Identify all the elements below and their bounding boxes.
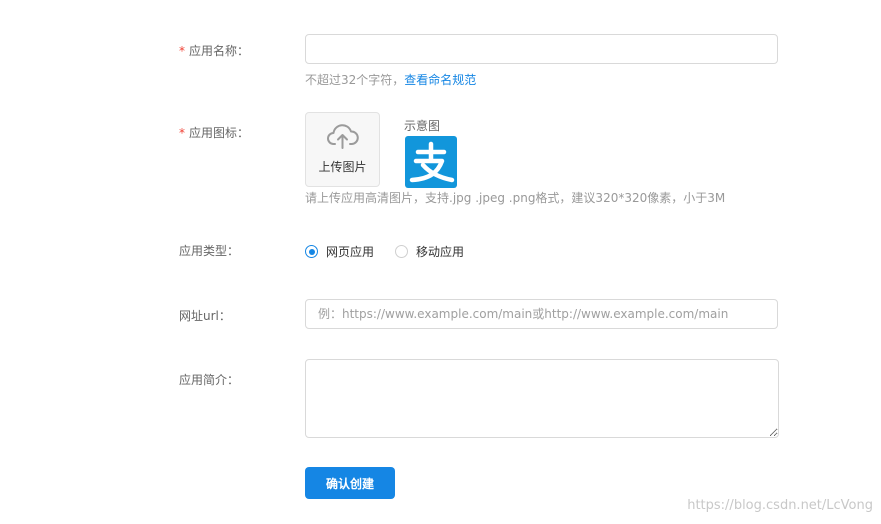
required-mark: *: [179, 44, 185, 58]
app-name-label: * 应用名称：: [179, 42, 249, 59]
app-intro-label: 应用简介：: [179, 373, 240, 387]
radio-mobile-app-circle[interactable]: [395, 245, 408, 258]
url-input[interactable]: [305, 299, 778, 329]
app-type-label: 应用类型：: [179, 244, 240, 258]
app-icon-label-text: 应用图标：: [189, 126, 250, 140]
upload-image-label: 上传图片: [318, 160, 367, 174]
radio-mobile-app-label: 移动应用: [416, 245, 465, 259]
upload-image-button[interactable]: 上传图片: [305, 112, 380, 187]
app-name-hint-text: 不超过32个字符，: [305, 73, 405, 87]
app-name-input[interactable]: [305, 34, 778, 64]
sample-title: 示意图: [404, 119, 441, 133]
naming-rules-link[interactable]: 查看命名规范: [404, 73, 476, 87]
radio-web-app-label: 网页应用: [326, 245, 375, 259]
required-mark: *: [179, 126, 185, 140]
radio-mobile-app[interactable]: 移动应用: [395, 243, 464, 260]
radio-web-app[interactable]: 网页应用: [305, 243, 374, 260]
app-name-label-text: 应用名称：: [189, 44, 250, 58]
app-icon-label: * 应用图标：: [179, 124, 249, 141]
url-label: 网址url：: [179, 309, 231, 323]
upload-hint: 请上传应用高清图片，支持.jpg .jpeg .png格式，建议320*320像…: [305, 191, 726, 205]
watermark: https://blog.csdn.net/LcVong: [687, 498, 873, 513]
cloud-upload-icon: [327, 124, 359, 149]
confirm-create-button[interactable]: 确认创建: [305, 467, 395, 499]
app-name-hint: 不超过32个字符，查看命名规范: [305, 71, 476, 88]
app-intro-textarea[interactable]: [305, 359, 779, 438]
alipay-logo-icon: [405, 136, 457, 188]
radio-web-app-circle[interactable]: [305, 245, 318, 258]
